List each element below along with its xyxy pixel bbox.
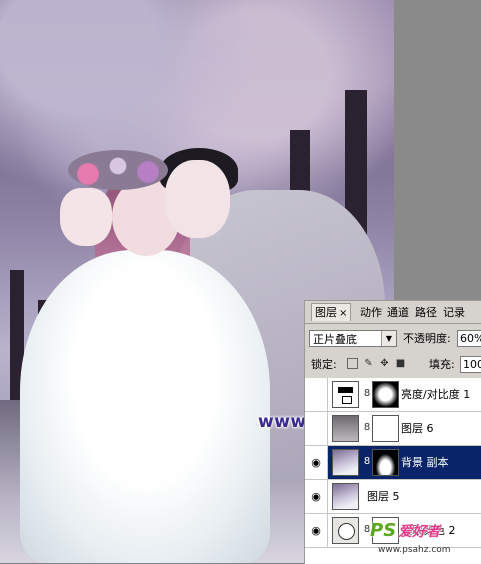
fill-input[interactable]: 100%: [460, 356, 481, 373]
panel-tabs: 图层 × 动作 通道 路径 记录: [305, 301, 481, 324]
layer-row[interactable]: ◉ 8 背景 副本: [305, 446, 481, 480]
blend-row: 正片叠底 ▼ 不透明度: 60%: [305, 328, 481, 350]
workspace-background: [394, 0, 481, 300]
adjustment-icon: [332, 517, 359, 544]
tab-layers[interactable]: 图层 ×: [311, 303, 352, 321]
link-icon[interactable]: 8: [363, 422, 371, 434]
logo-text: PS: [370, 520, 397, 541]
eye-icon[interactable]: ◉: [305, 446, 328, 479]
lock-pixels-icon[interactable]: ✎: [363, 358, 374, 369]
layer-row[interactable]: 8 图层 6: [305, 412, 481, 446]
visibility-toggle[interactable]: [305, 378, 328, 411]
link-icon[interactable]: 8: [363, 456, 371, 468]
layer-name: 图层 5: [367, 490, 400, 503]
layer-name: 亮度/对比度 1: [401, 388, 471, 401]
layer-row[interactable]: 8 亮度/对比度 1: [305, 378, 481, 412]
lock-all-icon[interactable]: ■: [395, 358, 406, 369]
tab-channels[interactable]: 通道: [384, 304, 412, 321]
bride-dress: [20, 250, 270, 563]
tab-paths[interactable]: 路径: [412, 304, 440, 321]
logo-url: www.psahz.com: [378, 545, 451, 555]
lock-transparency-icon[interactable]: [347, 358, 358, 369]
fill-label: 填充:: [429, 358, 455, 371]
chevron-down-icon[interactable]: ▼: [381, 331, 396, 346]
opacity-label: 不透明度:: [403, 332, 451, 345]
visibility-toggle[interactable]: [305, 412, 328, 445]
lock-position-icon[interactable]: ✥: [379, 358, 390, 369]
flower-wreath: [68, 150, 168, 190]
lock-label: 锁定:: [311, 358, 337, 371]
tab-actions[interactable]: 动作: [357, 304, 385, 321]
layer-name: 背景 副本: [401, 456, 449, 469]
layer-name: 图层 6: [401, 422, 434, 435]
adjustment-icon: [332, 381, 359, 408]
layer-thumbnail: [332, 483, 359, 510]
lock-row: 锁定: ✎ ✥ ■ 填充: 100%: [305, 353, 481, 375]
layer-row[interactable]: ◉ 图层 5: [305, 480, 481, 514]
close-icon[interactable]: ×: [339, 308, 347, 319]
bride-hand: [60, 188, 112, 246]
layer-thumbnail: [332, 449, 359, 476]
blend-mode-value: 正片叠底: [313, 333, 357, 346]
logo-cn: 爱好者: [398, 524, 441, 540]
layer-mask-thumbnail[interactable]: [372, 449, 399, 476]
tab-label: 图层: [315, 306, 337, 319]
layer-thumbnail: [332, 415, 359, 442]
layer-mask-thumbnail[interactable]: [372, 415, 399, 442]
blend-mode-select[interactable]: 正片叠底 ▼: [309, 330, 397, 347]
layer-mask-thumbnail[interactable]: [372, 381, 399, 408]
opacity-input[interactable]: 60%: [457, 330, 481, 347]
site-logo: PS 爱好者: [370, 520, 440, 541]
eye-icon[interactable]: ◉: [305, 514, 328, 547]
eye-icon[interactable]: ◉: [305, 480, 328, 513]
tab-history[interactable]: 记录: [440, 304, 468, 321]
link-icon[interactable]: 8: [363, 388, 371, 400]
groom-face: [165, 160, 230, 238]
